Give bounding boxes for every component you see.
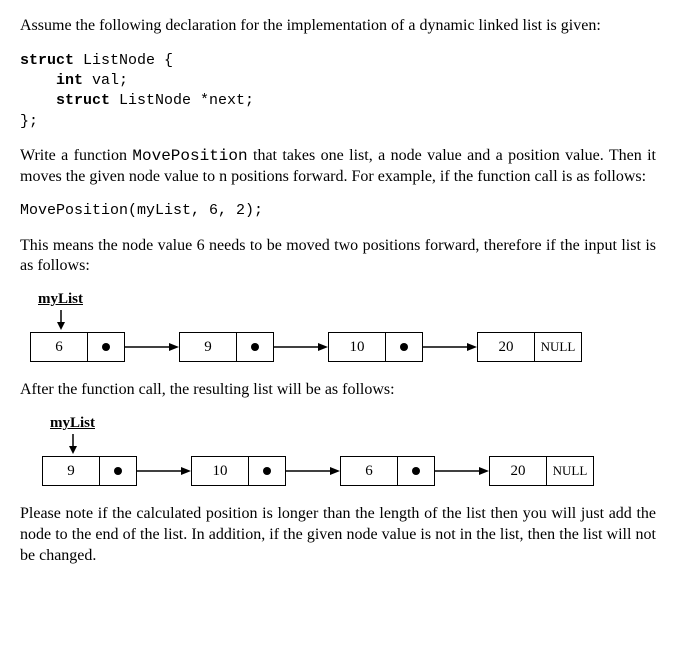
pointer-dot-icon <box>251 343 259 351</box>
node-value: 6 <box>31 333 87 361</box>
list-node: 6 <box>340 456 435 486</box>
arrow-down-icon <box>66 434 656 454</box>
list-node: 6 <box>30 332 125 362</box>
arrow-right-icon <box>137 465 191 477</box>
node-value: 10 <box>192 457 248 485</box>
arrow-right-icon <box>274 341 328 353</box>
call-example: MovePosition(myList, 6, 2); <box>20 201 656 221</box>
list-node-tail: 20 NULL <box>489 456 594 486</box>
node-value: 20 <box>478 333 534 361</box>
node-pointer <box>385 333 422 361</box>
paragraph-after: After the function call, the resulting l… <box>20 380 656 401</box>
struct-code-block: struct ListNode { int val; struct ListNo… <box>20 51 656 132</box>
intro-text: Assume the following declaration for the… <box>20 16 656 37</box>
pointer-dot-icon <box>263 467 271 475</box>
list-node-tail: 20 NULL <box>477 332 582 362</box>
pointer-dot-icon <box>114 467 122 475</box>
node-pointer <box>397 457 434 485</box>
node-pointer <box>248 457 285 485</box>
node-null: NULL <box>546 457 593 485</box>
list-node: 9 <box>179 332 274 362</box>
node-null: NULL <box>534 333 581 361</box>
node-value: 9 <box>43 457 99 485</box>
pointer-dot-icon <box>400 343 408 351</box>
list-label-1: myList <box>38 291 656 308</box>
paragraph-note: Please note if the calculated position i… <box>20 504 656 566</box>
node-value: 6 <box>341 457 397 485</box>
node-value: 10 <box>329 333 385 361</box>
linked-list-row-1: 6 9 10 20 NULL <box>30 332 656 362</box>
arrow-down-icon <box>54 310 656 330</box>
arrow-right-icon <box>423 341 477 353</box>
node-pointer <box>87 333 124 361</box>
linked-list-row-2: 9 10 6 20 NULL <box>42 456 656 486</box>
arrow-right-icon <box>435 465 489 477</box>
diagram-before: myList 6 9 10 20 NULL <box>20 291 656 362</box>
list-label-2: myList <box>50 415 656 432</box>
node-value: 9 <box>180 333 236 361</box>
node-value: 20 <box>490 457 546 485</box>
diagram-after: myList 9 10 6 20 NULL <box>20 415 656 486</box>
p2-pre: Write a function <box>20 147 132 164</box>
pointer-dot-icon <box>102 343 110 351</box>
list-node: 10 <box>328 332 423 362</box>
paragraph-function-desc: Write a function MovePosition that takes… <box>20 146 656 188</box>
list-node: 10 <box>191 456 286 486</box>
arrow-right-icon <box>125 341 179 353</box>
arrow-right-icon <box>286 465 340 477</box>
node-pointer <box>99 457 136 485</box>
function-name: MovePosition <box>132 147 247 165</box>
paragraph-explain: This means the node value 6 needs to be … <box>20 236 656 278</box>
pointer-dot-icon <box>412 467 420 475</box>
node-pointer <box>236 333 273 361</box>
list-node: 9 <box>42 456 137 486</box>
